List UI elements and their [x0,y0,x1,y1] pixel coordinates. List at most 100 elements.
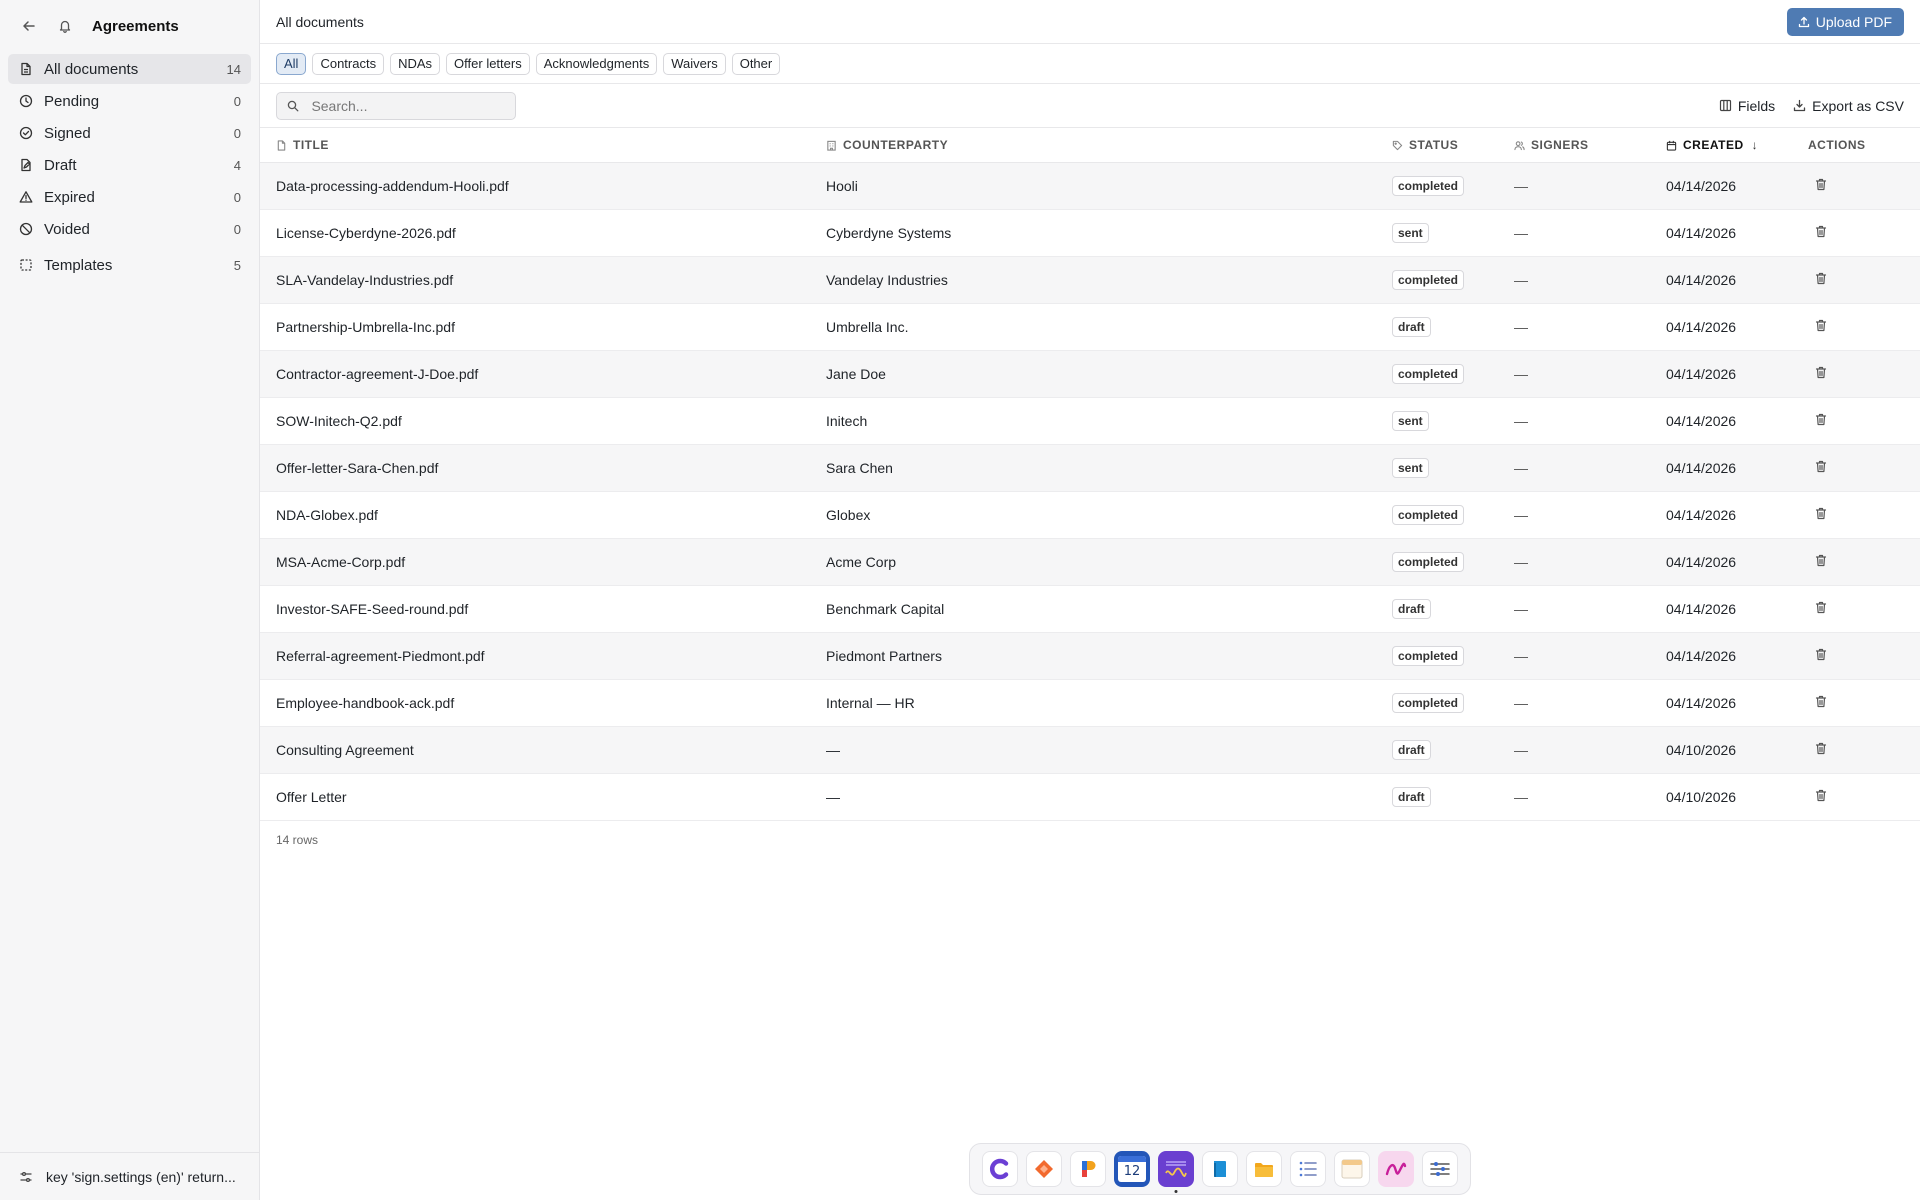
table-row[interactable]: Consulting Agreement — draft — 04/10/202… [260,727,1920,774]
shape-app-icon[interactable] [1026,1151,1062,1187]
back-arrow-icon[interactable] [18,15,40,37]
table-row[interactable]: SLA-Vandelay-Industries.pdf Vandelay Ind… [260,257,1920,304]
sidebar-item-expired[interactable]: Expired 0 [8,182,251,212]
column-header-signers[interactable]: SIGNERS [1514,138,1666,152]
table-row[interactable]: Referral-agreement-Piedmont.pdf Piedmont… [260,633,1920,680]
delete-trash-icon[interactable] [1814,695,1828,709]
row-count: 14 rows [276,833,319,847]
table-row[interactable]: Data-processing-addendum-Hooli.pdf Hooli… [260,163,1920,210]
cell-title[interactable]: Offer Letter [260,789,826,805]
cell-signers: — [1514,648,1528,664]
delete-trash-icon[interactable] [1814,648,1828,662]
cell-title[interactable]: SLA-Vandelay-Industries.pdf [260,272,826,288]
filter-chip-offer-letters[interactable]: Offer letters [446,52,530,75]
c-app-icon[interactable] [982,1151,1018,1187]
cell-signers: — [1514,319,1528,335]
upload-pdf-button[interactable]: Upload PDF [1786,7,1904,36]
cell-title[interactable]: Consulting Agreement [260,742,826,758]
delete-trash-icon[interactable] [1814,507,1828,521]
sidebar-item-signed[interactable]: Signed 0 [8,118,251,148]
table-row[interactable]: Offer Letter — draft — 04/10/2026 [260,774,1920,821]
delete-trash-icon[interactable] [1814,601,1828,615]
delete-trash-icon[interactable] [1814,413,1828,427]
column-header-status[interactable]: STATUS [1392,138,1514,152]
delete-trash-icon[interactable] [1814,460,1828,474]
cell-title[interactable]: Partnership-Umbrella-Inc.pdf [260,319,826,335]
cell-title[interactable]: Contractor-agreement-J-Doe.pdf [260,366,826,382]
delete-trash-icon[interactable] [1814,789,1828,803]
sidebar-item-pending[interactable]: Pending 0 [8,86,251,116]
app-dock: 12 [969,1143,1471,1195]
table-row[interactable]: License-Cyberdyne-2026.pdf Cyberdyne Sys… [260,210,1920,257]
cell-title[interactable]: Data-processing-addendum-Hooli.pdf [260,178,826,194]
cell-actions [1808,507,1920,524]
table-row[interactable]: Contractor-agreement-J-Doe.pdf Jane Doe … [260,351,1920,398]
sidebar-item-draft[interactable]: Draft 4 [8,150,251,180]
table-row[interactable]: MSA-Acme-Corp.pdf Acme Corp completed — … [260,539,1920,586]
filter-chip-contracts[interactable]: Contracts [312,52,385,75]
cell-title[interactable]: Offer-letter-Sara-Chen.pdf [260,460,826,476]
folder-icon[interactable] [1246,1151,1282,1187]
cell-counterparty: — [826,789,840,805]
sidebar-item-voided[interactable]: Voided 0 [8,214,251,244]
status-badge: draft [1392,317,1431,337]
calendar-app-icon[interactable]: 12 [1114,1151,1150,1187]
waveform-app-icon[interactable] [1158,1151,1194,1193]
filter-chip-waivers[interactable]: Waivers [663,52,726,75]
cell-status: completed [1392,646,1514,666]
cell-title[interactable]: License-Cyberdyne-2026.pdf [260,225,826,241]
table-row[interactable]: SOW-Initech-Q2.pdf Initech sent — 04/14/… [260,398,1920,445]
column-header-created[interactable]: CREATED ↓ [1666,138,1808,152]
sort-descending-icon[interactable]: ↓ [1752,138,1759,152]
sidebar: Agreements All documents 14 Pending 0 Si… [0,0,260,1200]
table-row[interactable]: Partnership-Umbrella-Inc.pdf Umbrella In… [260,304,1920,351]
cell-status: draft [1392,740,1514,760]
delete-trash-icon[interactable] [1814,366,1828,380]
column-header-label: COUNTERPARTY [843,138,949,152]
fields-button[interactable]: Fields [1719,98,1775,114]
delete-trash-icon[interactable] [1814,554,1828,568]
cell-counterparty: Acme Corp [826,554,897,570]
delete-trash-icon[interactable] [1814,742,1828,756]
cell-title[interactable]: Employee-handbook-ack.pdf [260,695,826,711]
cell-title[interactable]: MSA-Acme-Corp.pdf [260,554,826,570]
delete-trash-icon[interactable] [1814,178,1828,192]
list-app-icon[interactable] [1290,1151,1326,1187]
column-header-title[interactable]: TITLE [260,138,826,152]
bell-icon[interactable] [54,15,76,37]
cell-title[interactable]: Referral-agreement-Piedmont.pdf [260,648,826,664]
column-header-counterparty[interactable]: COUNTERPARTY [826,138,1392,152]
sidebar-header: Agreements [0,0,259,52]
cell-title[interactable]: SOW-Initech-Q2.pdf [260,413,826,429]
template-dashed-icon [18,257,34,273]
window-app-icon[interactable] [1334,1151,1370,1187]
book-app-icon[interactable] [1202,1151,1238,1187]
scribble-app-icon[interactable] [1378,1151,1414,1187]
sidebar-item-all-documents[interactable]: All documents 14 [8,54,251,84]
delete-trash-icon[interactable] [1814,319,1828,333]
table-row[interactable]: Offer-letter-Sara-Chen.pdf Sara Chen sen… [260,445,1920,492]
filter-chip-all[interactable]: All [276,52,307,75]
filter-chip-other[interactable]: Other [731,52,781,75]
sidebar-item-count: 0 [233,93,241,109]
cell-actions [1808,413,1920,430]
cell-created: 04/14/2026 [1666,507,1737,523]
delete-trash-icon[interactable] [1814,225,1828,239]
document-icon [276,139,288,151]
delete-trash-icon[interactable] [1814,272,1828,286]
cell-status: completed [1392,693,1514,713]
search-input[interactable] [311,97,505,114]
export-csv-button[interactable]: Export as CSV [1793,98,1904,114]
sidebar-footer-settings[interactable]: key 'sign.settings (en)' return... [0,1152,259,1200]
table-row[interactable]: Investor-SAFE-Seed-round.pdf Benchmark C… [260,586,1920,633]
table-row[interactable]: NDA-Globex.pdf Globex completed — 04/14/… [260,492,1920,539]
table-row[interactable]: Employee-handbook-ack.pdf Internal — HR … [260,680,1920,727]
filter-chip-acknowledgments[interactable]: Acknowledgments [535,52,658,75]
cell-title[interactable]: Investor-SAFE-Seed-round.pdf [260,601,826,617]
cell-title[interactable]: NDA-Globex.pdf [260,507,826,523]
p-app-icon[interactable] [1070,1151,1106,1187]
filter-chip-ndas[interactable]: NDAs [390,52,441,75]
sidebar-item-templates[interactable]: Templates 5 [8,250,251,280]
settings-sliders-icon[interactable] [1422,1151,1458,1187]
topbar: All documents Upload PDF [260,0,1920,44]
